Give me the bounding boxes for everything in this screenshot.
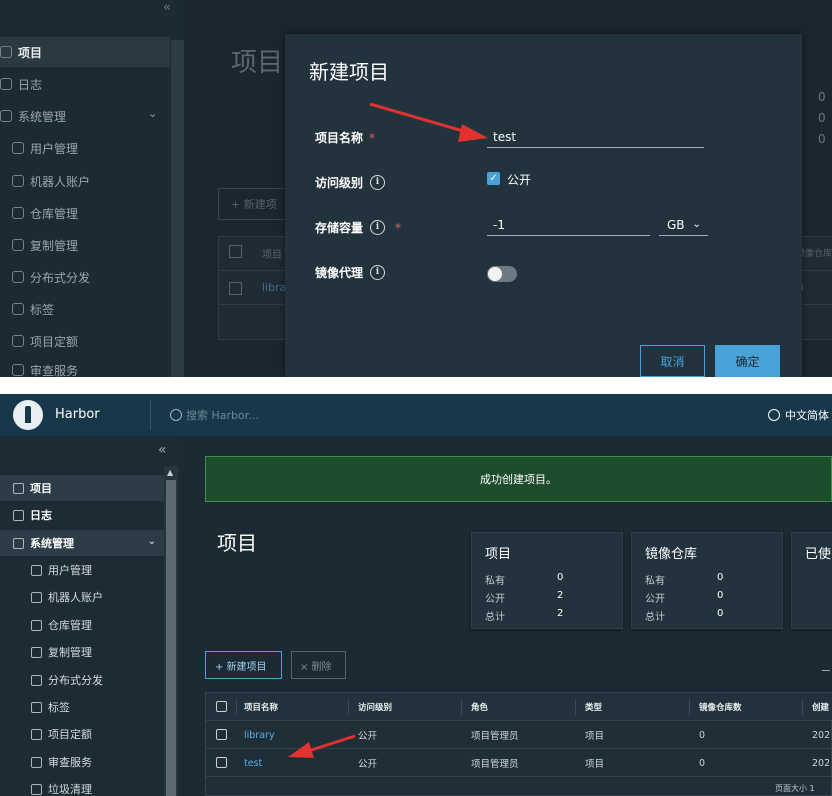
arrow-shaft — [304, 734, 356, 754]
arrow-head — [288, 742, 314, 758]
arrow-shaft — [369, 102, 471, 135]
divider — [0, 377, 832, 394]
projects-page-screenshot: Harbor 搜索 Harbor... 中文简体 « ▲ 项目 日志 系统管理 … — [0, 394, 832, 796]
annotation-arrow — [288, 734, 356, 758]
annotation-arrow — [369, 102, 488, 142]
arrow-head — [458, 124, 488, 142]
create-project-dialog-screenshot: « 项目 日志 系统管理 ⌄ 用户管理 机器人账户 仓库管理 复制管理 分布式分… — [0, 0, 832, 377]
